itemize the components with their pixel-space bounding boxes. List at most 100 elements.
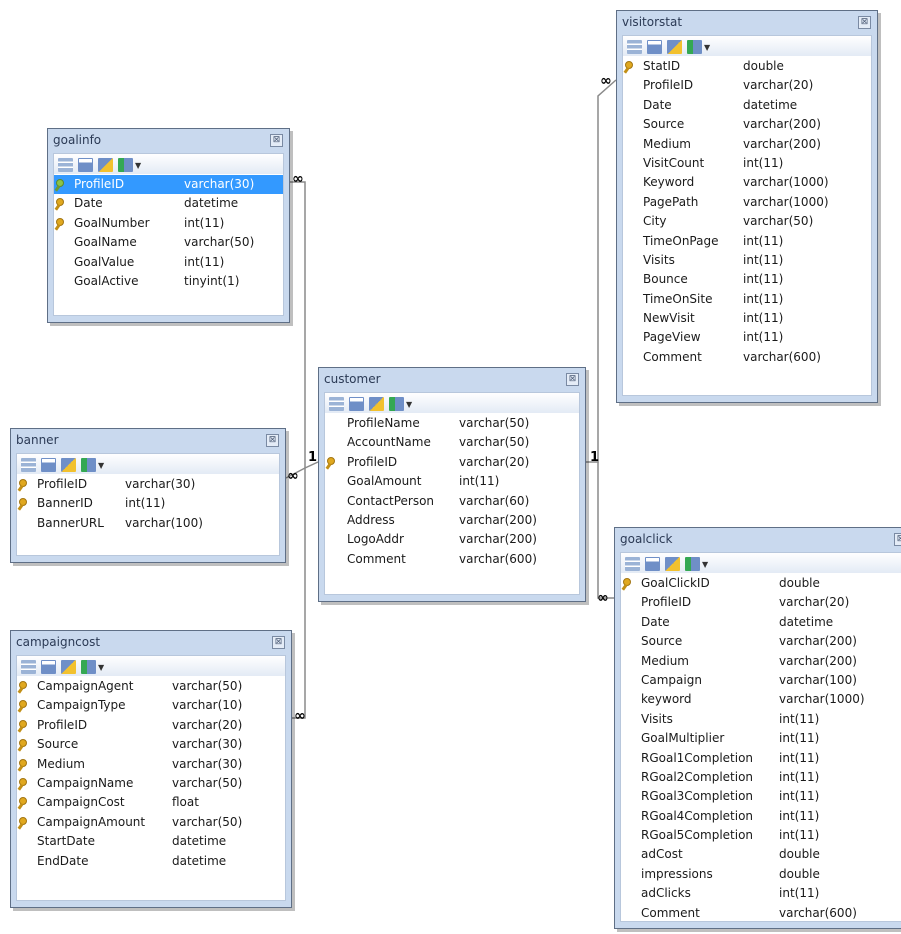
column-row[interactable]: TimeOnPage int(11) xyxy=(623,232,871,251)
column-row[interactable]: CampaignName varchar(50) xyxy=(17,774,285,793)
dropdown-arrow-icon[interactable]: ▼ xyxy=(702,560,708,569)
column-row[interactable]: Comment varchar(600) xyxy=(621,904,901,923)
column-row[interactable]: ContactPerson varchar(60) xyxy=(325,492,579,511)
add-column-icon[interactable] xyxy=(21,660,36,674)
column-row[interactable]: RGoal2Completion int(11) xyxy=(621,768,901,787)
keys-icon[interactable] xyxy=(667,40,682,54)
dropdown-arrow-icon[interactable]: ▼ xyxy=(98,663,104,672)
keys-icon[interactable] xyxy=(98,158,113,172)
table-goalinfo[interactable]: goalinfo ⊠ ▼ ProfileID varchar(30) Date dateti… xyxy=(47,128,290,323)
table-properties-icon[interactable] xyxy=(645,557,660,571)
column-row[interactable]: TimeOnSite int(11) xyxy=(623,290,871,309)
column-row[interactable]: RGoal5Completion int(11) xyxy=(621,826,901,845)
column-row[interactable]: NewVisit int(11) xyxy=(623,309,871,328)
column-row[interactable]: CampaignAgent varchar(50) xyxy=(17,677,285,696)
column-row[interactable]: BannerURL varchar(100) xyxy=(17,514,279,533)
add-column-icon[interactable] xyxy=(329,397,344,411)
keys-icon[interactable] xyxy=(369,397,384,411)
column-row[interactable]: Campaign varchar(100) xyxy=(621,671,901,690)
column-row[interactable]: Date datetime xyxy=(623,96,871,115)
insert-icon[interactable] xyxy=(118,158,133,172)
column-row[interactable]: Keyword varchar(1000) xyxy=(623,173,871,192)
column-row[interactable]: Date datetime xyxy=(54,194,283,213)
dropdown-arrow-icon[interactable]: ▼ xyxy=(704,43,710,52)
column-row[interactable]: Bounce int(11) xyxy=(623,270,871,289)
column-row[interactable]: City varchar(50) xyxy=(623,212,871,231)
table-campaigncost[interactable]: campaigncost ⊠ ▼ CampaignAgent varchar(50) Ca… xyxy=(10,630,292,908)
table-banner[interactable]: banner ⊠ ▼ ProfileID varchar(30) BannerID int(… xyxy=(10,428,286,563)
column-row[interactable]: ProfileID varchar(20) xyxy=(621,593,901,612)
insert-icon[interactable] xyxy=(389,397,404,411)
close-icon[interactable]: ⊠ xyxy=(566,373,579,386)
table-visitorstat[interactable]: visitorstat ⊠ ▼ StatID double ProfileID varcha… xyxy=(616,10,878,403)
dropdown-arrow-icon[interactable]: ▼ xyxy=(135,161,141,170)
column-row[interactable]: adClicks int(11) xyxy=(621,884,901,903)
table-customer[interactable]: customer ⊠ ▼ ProfileName varchar(50) AccountN… xyxy=(318,367,586,602)
column-row[interactable]: StatID double xyxy=(623,57,871,76)
close-icon[interactable]: ⊠ xyxy=(266,434,279,447)
column-row[interactable]: ProfileID varchar(20) xyxy=(623,76,871,95)
column-row[interactable]: RGoal3Completion int(11) xyxy=(621,787,901,806)
column-row[interactable]: Source varchar(30) xyxy=(17,735,285,754)
column-row[interactable]: CampaignCost float xyxy=(17,793,285,812)
column-row[interactable]: Source varchar(200) xyxy=(621,632,901,651)
column-row[interactable]: Medium varchar(30) xyxy=(17,755,285,774)
column-row[interactable]: AccountName varchar(50) xyxy=(325,433,579,452)
column-row[interactable]: RGoal1Completion int(11) xyxy=(621,749,901,768)
add-column-icon[interactable] xyxy=(21,458,36,472)
column-row[interactable]: PagePath varchar(1000) xyxy=(623,193,871,212)
add-column-icon[interactable] xyxy=(625,557,640,571)
column-row[interactable]: LogoAddr varchar(200) xyxy=(325,530,579,549)
add-column-icon[interactable] xyxy=(58,158,73,172)
column-row[interactable]: ProfileID varchar(20) xyxy=(17,716,285,735)
dropdown-arrow-icon[interactable]: ▼ xyxy=(98,461,104,470)
column-row[interactable]: GoalMultiplier int(11) xyxy=(621,729,901,748)
column-row[interactable]: StartDate datetime xyxy=(17,832,285,851)
column-row[interactable]: impressions double xyxy=(621,865,901,884)
close-icon[interactable]: ⊠ xyxy=(894,533,901,546)
add-column-icon[interactable] xyxy=(627,40,642,54)
column-row[interactable]: Medium varchar(200) xyxy=(623,135,871,154)
table-properties-icon[interactable] xyxy=(647,40,662,54)
column-row[interactable]: ProfileID varchar(30) xyxy=(54,175,283,195)
close-icon[interactable]: ⊠ xyxy=(272,636,285,649)
column-row[interactable]: GoalNumber int(11) xyxy=(54,214,283,233)
table-properties-icon[interactable] xyxy=(41,458,56,472)
column-row[interactable]: Visits int(11) xyxy=(623,251,871,270)
column-row[interactable]: PageView int(11) xyxy=(623,328,871,347)
keys-icon[interactable] xyxy=(665,557,680,571)
keys-icon[interactable] xyxy=(61,458,76,472)
column-row[interactable]: BannerID int(11) xyxy=(17,494,279,513)
column-row[interactable]: Date datetime xyxy=(621,613,901,632)
column-row[interactable]: VisitCount int(11) xyxy=(623,154,871,173)
column-row[interactable]: adCost double xyxy=(621,845,901,864)
column-row[interactable]: GoalActive tinyint(1) xyxy=(54,272,283,291)
column-row[interactable]: GoalName varchar(50) xyxy=(54,233,283,252)
column-row[interactable]: RGoal4Completion int(11) xyxy=(621,807,901,826)
column-row[interactable]: Medium varchar(200) xyxy=(621,652,901,671)
column-row[interactable]: ProfileID varchar(30) xyxy=(17,475,279,494)
table-properties-icon[interactable] xyxy=(78,158,93,172)
column-row[interactable]: Source varchar(200) xyxy=(623,115,871,134)
column-row[interactable]: Address varchar(200) xyxy=(325,511,579,530)
column-row[interactable]: GoalValue int(11) xyxy=(54,253,283,272)
close-icon[interactable]: ⊠ xyxy=(270,134,283,147)
column-row[interactable]: keyword varchar(1000) xyxy=(621,690,901,709)
column-row[interactable]: EndDate datetime xyxy=(17,852,285,871)
table-properties-icon[interactable] xyxy=(349,397,364,411)
dropdown-arrow-icon[interactable]: ▼ xyxy=(406,400,412,409)
column-row[interactable]: CampaignAmount varchar(50) xyxy=(17,813,285,832)
table-goalclick[interactable]: goalclick ⊠ ▼ GoalClickID double ProfileID var… xyxy=(614,527,901,929)
column-row[interactable]: GoalClickID double xyxy=(621,574,901,593)
close-icon[interactable]: ⊠ xyxy=(858,16,871,29)
insert-icon[interactable] xyxy=(81,660,96,674)
column-row[interactable]: ProfileID varchar(20) xyxy=(325,453,579,472)
column-row[interactable]: ProfileName varchar(50) xyxy=(325,414,579,433)
column-row[interactable]: Comment varchar(600) xyxy=(325,550,579,569)
table-properties-icon[interactable] xyxy=(41,660,56,674)
column-row[interactable]: GoalAmount int(11) xyxy=(325,472,579,491)
keys-icon[interactable] xyxy=(61,660,76,674)
insert-icon[interactable] xyxy=(81,458,96,472)
column-row[interactable]: CampaignType varchar(10) xyxy=(17,696,285,715)
insert-icon[interactable] xyxy=(687,40,702,54)
